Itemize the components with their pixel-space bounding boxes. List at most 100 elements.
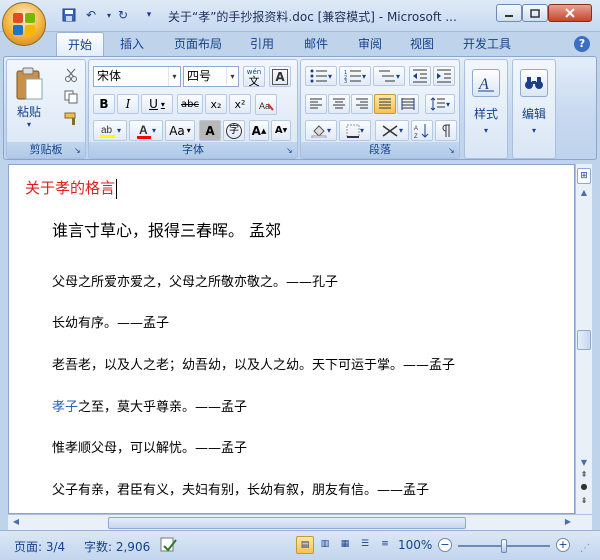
- zoom-slider-thumb[interactable]: [501, 539, 507, 553]
- customize-qat-icon[interactable]: ▾: [140, 6, 158, 24]
- svg-text:ab: ab: [101, 125, 113, 136]
- ruler-toggle-icon[interactable]: ⊞: [577, 168, 591, 184]
- paragraph-group: ▾ 1 2 3 ▾ ▾ ▾ ▾ ▾ ▾ A Z 段落 ↘: [300, 59, 460, 159]
- cut-icon[interactable]: [61, 66, 81, 84]
- increase-indent-icon[interactable]: [433, 66, 455, 86]
- font-launcher-icon[interactable]: ↘: [286, 147, 295, 156]
- zoom-out-icon[interactable]: −: [438, 538, 452, 552]
- character-shading-button[interactable]: A: [199, 120, 221, 141]
- scroll-down-icon[interactable]: ▼: [578, 458, 590, 468]
- ribbon-tabs: 开始 插入 页面布局 引用 邮件 审阅 视图 开发工具 ?: [0, 32, 600, 56]
- underline-button[interactable]: U ▾: [141, 94, 173, 114]
- tab-references[interactable]: 引用: [240, 32, 284, 56]
- tab-review[interactable]: 审阅: [348, 32, 392, 56]
- page-indicator[interactable]: 页面: 3/4: [14, 538, 65, 555]
- character-border-button[interactable]: A: [269, 66, 291, 87]
- justify-icon[interactable]: [374, 94, 396, 114]
- tab-view[interactable]: 视图: [400, 32, 444, 56]
- multilevel-list-icon[interactable]: ▾: [373, 66, 405, 86]
- horizontal-scroll-thumb[interactable]: [108, 517, 466, 529]
- grow-font-button[interactable]: A ▲: [249, 120, 269, 141]
- align-left-icon[interactable]: [305, 94, 327, 114]
- proofing-status-icon[interactable]: [160, 537, 178, 553]
- tab-page-layout[interactable]: 页面布局: [166, 32, 230, 56]
- decrease-indent-icon[interactable]: [409, 66, 431, 86]
- line-spacing-icon[interactable]: ▾: [425, 94, 455, 114]
- office-button[interactable]: [2, 2, 46, 46]
- phonetic-guide-button[interactable]: wén 文: [243, 66, 265, 87]
- full-screen-reading-icon[interactable]: ▥: [316, 536, 334, 554]
- phonetic-char: 文: [248, 74, 260, 88]
- font-name-select[interactable]: 宋体 ▾: [93, 66, 181, 87]
- paste-button[interactable]: 粘贴 ▾: [9, 62, 49, 134]
- enclose-characters-button[interactable]: 字: [223, 120, 245, 141]
- bold-button[interactable]: B: [93, 94, 115, 114]
- scroll-thumb[interactable]: [577, 330, 591, 350]
- superscript-button[interactable]: x²: [229, 94, 251, 114]
- view-buttons: ▤ ▥ ▦ ☰ ≡: [296, 536, 394, 554]
- vertical-scrollbar[interactable]: ⊞ ▲ ▼ ⇞ ● ⇟: [575, 164, 592, 514]
- distributed-icon[interactable]: [397, 94, 419, 114]
- text-highlight-button[interactable]: ab ▾: [93, 120, 127, 141]
- quote-line: 长幼有序。——孟子: [52, 316, 170, 331]
- shading-icon[interactable]: ▾: [305, 120, 337, 141]
- chevron-down-icon: ▾: [168, 67, 180, 86]
- previous-page-icon[interactable]: ⇞: [578, 470, 590, 480]
- restore-button[interactable]: [522, 4, 548, 22]
- scroll-up-icon[interactable]: ▲: [578, 188, 590, 200]
- save-icon[interactable]: [60, 6, 78, 24]
- clear-formatting-icon[interactable]: Aa: [255, 94, 277, 115]
- font-size-select[interactable]: 四号 ▾: [183, 66, 239, 87]
- copy-icon[interactable]: [61, 88, 81, 106]
- outline-view-icon[interactable]: ☰: [356, 536, 374, 554]
- strikethrough-button[interactable]: abc: [177, 94, 203, 114]
- hyperlink-xiaozi[interactable]: 孝子: [52, 400, 78, 415]
- borders-icon[interactable]: ▾: [339, 120, 371, 141]
- office-logo-icon: [13, 13, 35, 35]
- tab-insert[interactable]: 插入: [110, 32, 154, 56]
- print-layout-icon[interactable]: ▤: [296, 536, 314, 554]
- bullets-icon[interactable]: ▾: [305, 66, 337, 86]
- resize-grip-icon[interactable]: ⋰: [580, 543, 594, 557]
- help-icon[interactable]: ?: [574, 36, 590, 52]
- redo-icon[interactable]: ↻: [114, 6, 132, 24]
- undo-icon[interactable]: ↶: [82, 6, 100, 24]
- align-right-icon[interactable]: [351, 94, 373, 114]
- editing-button[interactable]: 编辑 ▾: [515, 64, 553, 140]
- clipboard-launcher-icon[interactable]: ↘: [74, 147, 83, 156]
- paragraph-launcher-icon[interactable]: ↘: [448, 147, 457, 156]
- document-page[interactable]: 关于孝的格言 谁言寸草心，报得三春晖。 孟郊 父母之所爱亦爱之，父母之所敬亦敬之…: [8, 164, 575, 514]
- font-color-button[interactable]: A ▾: [129, 120, 163, 141]
- zoom-level[interactable]: 100%: [398, 538, 432, 552]
- text-cursor: [116, 178, 118, 199]
- change-case-button[interactable]: Aa ▾: [165, 120, 195, 141]
- web-layout-icon[interactable]: ▦: [336, 536, 354, 554]
- tab-home[interactable]: 开始: [56, 32, 104, 56]
- scroll-left-icon[interactable]: ◀: [10, 517, 22, 529]
- text-direction-icon[interactable]: ▾: [375, 120, 409, 141]
- zoom-in-icon[interactable]: +: [556, 538, 570, 552]
- tab-developer[interactable]: 开发工具: [454, 32, 520, 56]
- format-painter-icon[interactable]: [61, 110, 81, 128]
- sort-icon[interactable]: AZ: [411, 120, 433, 141]
- styles-group: A 样式 ▾: [464, 59, 508, 159]
- close-button[interactable]: [548, 4, 592, 22]
- shrink-font-button[interactable]: A ▼: [271, 120, 291, 141]
- numbering-icon[interactable]: 1 2 3 ▾: [339, 66, 371, 86]
- word-count[interactable]: 字数: 2,906: [84, 538, 150, 555]
- minimize-button[interactable]: [496, 4, 522, 22]
- scroll-right-icon[interactable]: ▶: [562, 517, 574, 529]
- styles-label: 样式: [473, 107, 498, 121]
- quote-line: 惟孝顺父母，可以解忧。——孟子: [52, 441, 248, 456]
- styles-button[interactable]: A 样式 ▾: [467, 64, 505, 140]
- horizontal-scrollbar[interactable]: ◀ ▶: [8, 514, 592, 530]
- select-browse-object-icon[interactable]: ●: [578, 482, 590, 492]
- quote-rest: 之至，莫大乎尊亲。——孟子: [78, 400, 248, 415]
- align-center-icon[interactable]: [328, 94, 350, 114]
- tab-mailings[interactable]: 邮件: [294, 32, 338, 56]
- italic-button[interactable]: I: [117, 94, 139, 114]
- draft-view-icon[interactable]: ≡: [376, 536, 394, 554]
- subscript-button[interactable]: x₂: [205, 94, 227, 114]
- show-marks-icon[interactable]: [435, 120, 457, 141]
- next-page-icon[interactable]: ⇟: [578, 496, 590, 506]
